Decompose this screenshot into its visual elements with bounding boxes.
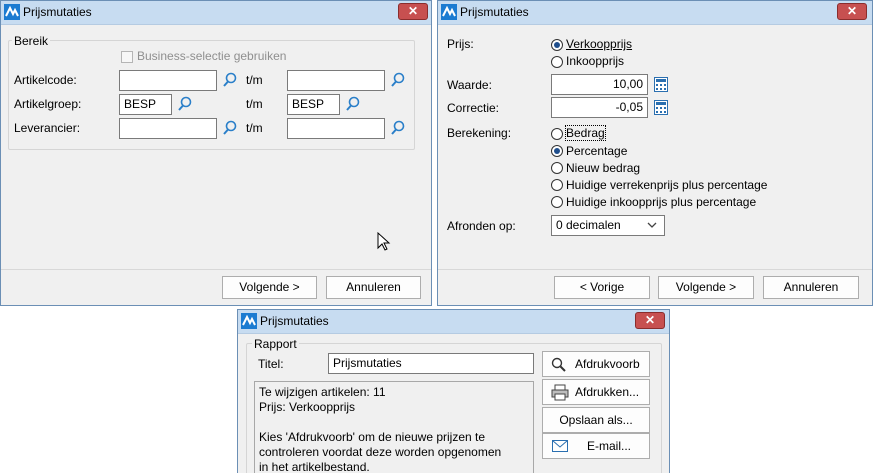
radio-verrekenprijs-plus-percentage-label[interactable]: Huidige verrekenprijs plus percentage [566,178,767,192]
radio-nieuw-bedrag-label[interactable]: Nieuw bedrag [566,161,640,175]
leverancier-from-input[interactable] [119,118,217,139]
search-icon[interactable] [390,72,406,88]
calculator-icon[interactable] [654,77,668,92]
afronden-label: Afronden op: [447,219,516,233]
titlebar[interactable]: Prijsmutaties ✕ [238,310,669,334]
envelope-icon [552,440,568,452]
print-label: Afdrukken... [575,385,640,399]
window-title: Prijsmutaties [23,5,92,19]
correctie-input[interactable]: -0,05 [551,97,648,118]
email-label: E-mail... [587,439,632,453]
artikelgroep-label: Artikelgroep: [14,97,82,111]
titel-label: Titel: [258,357,284,371]
close-button[interactable]: ✕ [837,3,867,20]
prijs-label: Prijs: [447,37,474,51]
artikelgroep-to-input[interactable]: BESP [287,94,340,115]
cancel-button[interactable]: Annuleren [326,276,421,299]
waarde-input[interactable]: 10,00 [551,74,648,95]
leverancier-label: Leverancier: [14,121,81,135]
radio-verkoopprijs-label[interactable]: Verkoopprijs [566,37,632,51]
app-logo-icon [241,313,257,329]
titel-input[interactable]: Prijsmutaties [328,353,534,374]
group-title-rapport: Rapport [252,337,299,351]
radio-nieuw-bedrag[interactable] [551,162,563,174]
mouse-cursor-icon [377,232,391,251]
search-icon[interactable] [390,120,406,136]
search-icon[interactable] [345,96,361,112]
next-button[interactable]: Volgende > [222,276,317,299]
footer-divider [438,269,872,270]
radio-verrekenprijs-plus-percentage[interactable] [551,179,563,191]
close-icon: ✕ [644,313,656,327]
info-line: in het artikelbestand. [259,460,370,473]
afronden-select-value: 0 decimalen [556,218,621,232]
magnifier-icon [551,357,566,372]
radio-inkoopprijs-label[interactable]: Inkoopprijs [566,54,624,68]
info-line: Prijs: Verkoopprijs [259,400,356,414]
search-icon[interactable] [222,120,238,136]
tm-label: t/m [246,121,263,135]
dialog-rapport: Prijsmutaties ✕ Rapport Titel: Prijsmuta… [237,309,670,473]
window-title: Prijsmutaties [260,314,329,328]
app-logo-icon [441,4,457,20]
artikelcode-to-input[interactable] [287,70,385,91]
prev-button[interactable]: < Vorige [554,276,650,299]
radio-percentage-label[interactable]: Percentage [566,144,627,158]
info-line: controleren voordat deze worden opgenome… [259,445,502,459]
window-title: Prijsmutaties [460,5,529,19]
chevron-down-icon[interactable] [646,221,658,229]
close-button[interactable]: ✕ [398,3,428,20]
app-logo-icon [4,4,20,20]
titlebar[interactable]: Prijsmutaties ✕ [438,1,872,25]
info-line: Te wijzigen artikelen: 11 [259,385,386,399]
printer-icon [551,384,569,401]
email-button[interactable]: E-mail... [542,433,650,459]
close-icon: ✕ [846,4,858,18]
info-textbox: Te wijzigen artikelen: 11 Prijs: Verkoop… [254,381,534,473]
search-icon[interactable] [177,96,193,112]
business-selection-checkbox[interactable] [121,51,133,63]
artikelgroep-from-input[interactable]: BESP [119,94,172,115]
cancel-button[interactable]: Annuleren [763,276,859,299]
artikelcode-from-input[interactable] [119,70,217,91]
print-preview-button[interactable]: Afdrukvoorb [542,351,650,377]
radio-inkoopprijs-plus-percentage[interactable] [551,196,563,208]
info-line: Kies 'Afdrukvoorb' om de nieuwe prijzen … [259,430,486,444]
save-as-button[interactable]: Opslaan als... [542,407,650,433]
close-icon: ✕ [407,4,419,18]
next-button[interactable]: Volgende > [658,276,754,299]
radio-inkoopprijs[interactable] [551,56,563,68]
radio-percentage[interactable] [551,145,563,157]
tm-label: t/m [246,97,263,111]
search-icon[interactable] [222,72,238,88]
correctie-label: Correctie: [447,101,500,115]
tm-label: t/m [246,73,263,87]
print-button[interactable]: Afdrukken... [542,379,650,405]
dialog-prijs: Prijsmutaties ✕ Prijs: Verkoopprijs Inko… [437,0,873,306]
footer-divider [1,269,431,270]
radio-bedrag[interactable] [551,128,563,140]
print-preview-label: Afdrukvoorb [575,357,640,371]
artikelcode-label: Artikelcode: [14,73,77,87]
dialog-bereik: Prijsmutaties ✕ Bereik Business-selectie… [0,0,432,306]
titlebar[interactable]: Prijsmutaties ✕ [1,1,431,25]
calculator-icon[interactable] [654,100,668,115]
leverancier-to-input[interactable] [287,118,385,139]
radio-bedrag-label[interactable]: Bedrag [565,125,606,141]
close-button[interactable]: ✕ [635,312,665,329]
radio-inkoopprijs-plus-percentage-label[interactable]: Huidige inkoopprijs plus percentage [566,195,756,209]
waarde-label: Waarde: [447,78,492,92]
radio-verkoopprijs[interactable] [551,39,563,51]
berekening-label: Berekening: [447,126,512,140]
group-title-bereik: Bereik [12,34,51,48]
info-line [259,415,529,430]
business-selection-label: Business-selectie gebruiken [137,49,287,63]
